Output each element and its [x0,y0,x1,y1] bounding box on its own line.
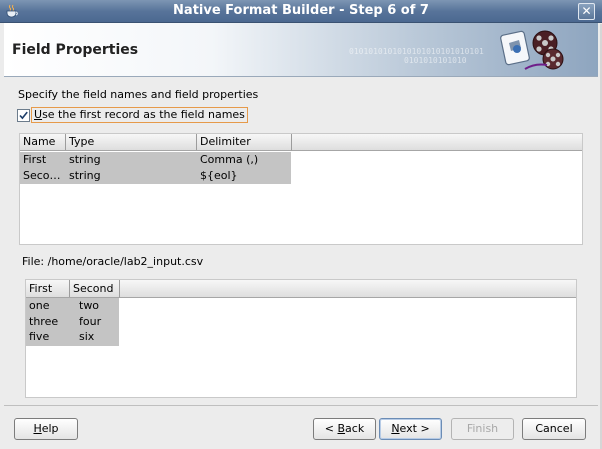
table-row[interactable]: First string Comma (,) [20,152,291,168]
table-header-filler [120,280,576,298]
finish-button[interactable]: Finish [451,418,514,440]
window-title: Native Format Builder - Step 6 of 7 [173,3,429,18]
back-button-accelerator: B [337,422,346,435]
file-path-label: File: /home/oracle/lab2_input.csv [22,255,204,268]
next-button[interactable]: Next > [379,418,442,440]
cell-second: two [79,299,100,312]
next-button-label: ext > [399,422,430,435]
help-button[interactable]: Help [14,418,78,440]
instructions-text: Specify the field names and field proper… [18,88,259,101]
close-icon[interactable]: ✕ [578,3,595,20]
cell-delimiter[interactable]: Comma (,) [197,152,291,168]
back-button-label: ack [345,422,365,435]
help-button-accelerator: H [33,422,42,435]
page-title: Field Properties [12,42,139,58]
field-properties-table[interactable]: Name Type Delimiter First string Comma (… [19,133,583,245]
table-header: Name Type Delimiter [20,134,292,151]
checkbox-label: Use the first record as the field names [31,107,248,123]
cell-second: four [79,315,102,328]
back-button-prefix: < [324,422,338,435]
next-button-accelerator: N [391,422,400,435]
window-titlebar[interactable]: Native Format Builder - Step 6 of 7 ✕ [0,0,602,23]
table-row[interactable]: Seco… string ${eol} [20,168,291,184]
button-bar-separator [4,405,598,406]
cell-type[interactable]: string [66,152,197,168]
cell-first: five [29,330,50,343]
cancel-button[interactable]: Cancel [522,418,586,440]
cell-type[interactable]: string [66,168,197,184]
help-button-label: elp [41,422,59,435]
film-reel-wizard-icon [500,30,564,70]
banner-binary-decoration: 0101010101010101010101010101 [349,47,484,56]
column-header-type[interactable]: Type [66,134,197,150]
column-header-name[interactable]: Name [20,134,66,150]
cell-name[interactable]: First [20,152,66,168]
cell-second: six [79,330,95,343]
cell-delimiter[interactable]: ${eol} [197,168,291,184]
column-header-second[interactable]: Second [70,280,119,297]
column-header-delimiter[interactable]: Delimiter [197,134,291,150]
cell-first: three [29,315,59,328]
checkbox-box[interactable] [17,109,30,122]
column-header-first[interactable]: First [26,280,70,297]
cell-first: one [29,299,50,312]
checkbox-label-accelerator: U [34,108,43,121]
banner-binary-decoration-2: 0101010101010 [404,56,467,65]
cell-name[interactable]: Seco… [20,168,66,184]
checkbox-label-text: se the first record as the field names [42,108,245,121]
wizard-header-banner: Field Properties 01010101010101010101010… [4,23,598,77]
table-header-filler [292,134,582,151]
data-preview-table[interactable]: First Second one two three four five six [25,279,577,398]
back-button[interactable]: < Back [313,418,376,440]
table-header: First Second [26,280,120,298]
check-icon [19,111,28,120]
